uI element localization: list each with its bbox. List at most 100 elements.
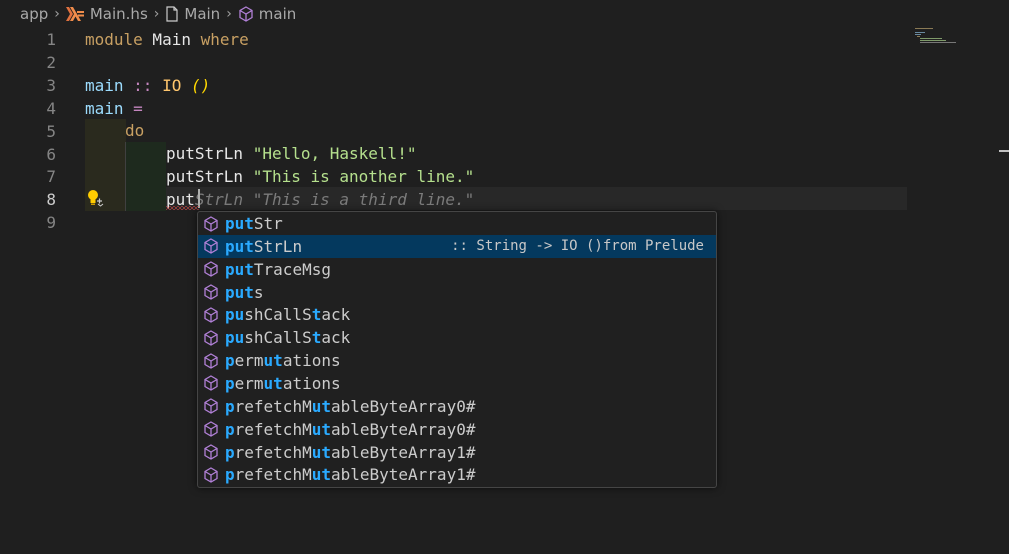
suggestion-text: Str xyxy=(253,214,283,233)
line-number-4: 4 xyxy=(46,98,56,118)
module-name: Main xyxy=(142,30,201,49)
suggestion-text: ack xyxy=(321,328,351,348)
match-highlight: p xyxy=(225,351,235,371)
suggestion-item[interactable]: prefetchMutableByteArray0# xyxy=(198,395,716,418)
breadcrumb-symbol-label: main xyxy=(258,5,297,23)
suggestion-item[interactable]: pushCallStack xyxy=(198,326,716,349)
suggestion-item[interactable]: putStr xyxy=(198,212,716,235)
suggestion-label: permutations xyxy=(225,351,341,370)
code-line-5[interactable]: do xyxy=(125,119,144,142)
suggestion-label: prefetchMutableByteArray1# xyxy=(225,443,475,462)
indent-highlight-level2 xyxy=(126,142,166,211)
suggestion-label: prefetchMutableByteArray0# xyxy=(225,397,475,416)
match-highlight: ut xyxy=(263,373,283,393)
suggestion-text: ableByteArray1# xyxy=(330,442,476,462)
code-line-4[interactable]: main = xyxy=(85,97,143,120)
suggestion-label: putTraceMsg xyxy=(225,260,331,279)
code-line-7[interactable]: putStrLn "This is another line." xyxy=(166,165,474,188)
cube-icon xyxy=(203,261,219,277)
cube-icon xyxy=(203,467,219,483)
suggestion-text: erm xyxy=(234,351,264,371)
suggestion-text: TraceMsg xyxy=(253,259,331,279)
breadcrumb-file-main-hs[interactable]: Main.hs xyxy=(65,5,148,23)
suggestion-text: erm xyxy=(234,373,264,393)
cube-icon xyxy=(203,352,219,369)
breadcrumb-file-label: Main.hs xyxy=(89,5,148,23)
line-number-6: 6 xyxy=(46,144,56,164)
minimap[interactable] xyxy=(908,28,1008,88)
unit-type: () xyxy=(181,76,211,95)
suggestion-item[interactable]: prefetchMutableByteArray0# xyxy=(198,418,716,441)
match-highlight: ut xyxy=(311,396,331,416)
haskell-icon xyxy=(65,7,84,21)
error-squiggle xyxy=(166,206,199,210)
suggestion-item[interactable]: permutations xyxy=(198,349,716,372)
operator-typesig: :: xyxy=(123,76,163,95)
cube-icon xyxy=(203,421,219,437)
code-line-8[interactable]: putStrLn "This is a third line." xyxy=(166,188,474,211)
suggestion-label: putStr xyxy=(225,214,283,233)
line-number-3: 3 xyxy=(46,75,56,95)
line-number-5: 5 xyxy=(46,121,56,141)
match-highlight: p xyxy=(225,396,235,416)
match-highlight: p xyxy=(225,419,235,439)
suggestion-text: refetchM xyxy=(234,442,312,462)
chevron-right-icon: › xyxy=(153,6,160,22)
type-io: IO xyxy=(162,76,182,95)
suggestion-text: ableByteArray0# xyxy=(330,396,476,416)
autocomplete-suggestion-list[interactable]: putStr putStrLn:: String -> IO ()from Pre… xyxy=(197,211,717,488)
match-highlight: put xyxy=(225,259,254,279)
match-highlight: t xyxy=(311,328,322,348)
match-highlight: p xyxy=(225,442,235,462)
string-literal: "This is another line." xyxy=(243,167,475,186)
suggestion-label: prefetchMutableByteArray0# xyxy=(225,420,475,439)
cube-icon xyxy=(203,444,219,460)
suggestion-item[interactable]: puts xyxy=(198,281,716,304)
suggestion-label: permutations xyxy=(225,374,341,393)
suggestion-text: ableByteArray1# xyxy=(330,465,476,485)
suggestion-text: refetchM xyxy=(234,465,312,485)
code-line-1[interactable]: module Main where xyxy=(85,28,249,51)
suggestion-item[interactable]: prefetchMutableByteArray1# xyxy=(198,441,716,464)
cube-icon xyxy=(203,215,219,232)
suggestion-text: shCallS xyxy=(244,305,312,325)
operator-equals: = xyxy=(123,99,143,118)
suggestion-text: ableByteArray0# xyxy=(330,419,476,439)
keyword-where: where xyxy=(200,30,249,49)
breadcrumb-folder-app[interactable]: app xyxy=(20,5,48,23)
line-number-9: 9 xyxy=(46,213,56,233)
line-number-1: 1 xyxy=(46,30,56,49)
suggestion-item[interactable]: putStrLn:: String -> IO ()from Prelude xyxy=(198,234,716,258)
suggestion-item[interactable]: putTraceMsg xyxy=(198,258,716,281)
lightbulb-icon[interactable] xyxy=(86,189,104,211)
line-number-7: 7 xyxy=(46,167,56,187)
identifier-main: main xyxy=(85,99,124,118)
code-line-6[interactable]: putStrLn "Hello, Haskell!" xyxy=(166,142,416,165)
cube-icon xyxy=(203,398,219,415)
string-literal: "Hello, Haskell!" xyxy=(243,144,417,163)
breadcrumb-symbol-main[interactable]: main xyxy=(238,5,296,23)
match-highlight: ut xyxy=(311,442,331,462)
cube-icon xyxy=(203,307,219,323)
match-highlight: t xyxy=(311,305,322,325)
suggestion-label: pushCallStack xyxy=(225,328,350,347)
suggestion-label: prefetchMutableByteArray1# xyxy=(225,465,475,484)
suggestion-detail: :: String -> IO ()from Prelude xyxy=(451,238,704,255)
breadcrumb-module-main[interactable]: Main xyxy=(165,5,220,23)
suggestion-label: puts xyxy=(225,283,264,302)
suggestion-text: shCallS xyxy=(244,328,312,348)
code-line-3[interactable]: main :: IO () xyxy=(85,74,210,97)
suggestion-label: pushCallStack xyxy=(225,305,350,324)
suggestion-item[interactable]: permutations xyxy=(198,372,716,395)
suggestion-text: ack xyxy=(321,305,351,325)
inline-suggestion-string: "This is a third line." xyxy=(243,190,475,209)
cube-icon xyxy=(203,375,219,392)
cube-icon xyxy=(203,329,219,346)
suggestion-item[interactable]: pushCallStack xyxy=(198,303,716,326)
match-highlight: ut xyxy=(311,419,331,439)
indent-guide xyxy=(125,142,126,211)
cube-icon xyxy=(203,284,219,300)
suggestion-item[interactable]: prefetchMutableByteArray1# xyxy=(198,463,716,486)
suggestion-label: putStrLn xyxy=(225,237,302,256)
suggestion-text: refetchM xyxy=(234,396,312,416)
